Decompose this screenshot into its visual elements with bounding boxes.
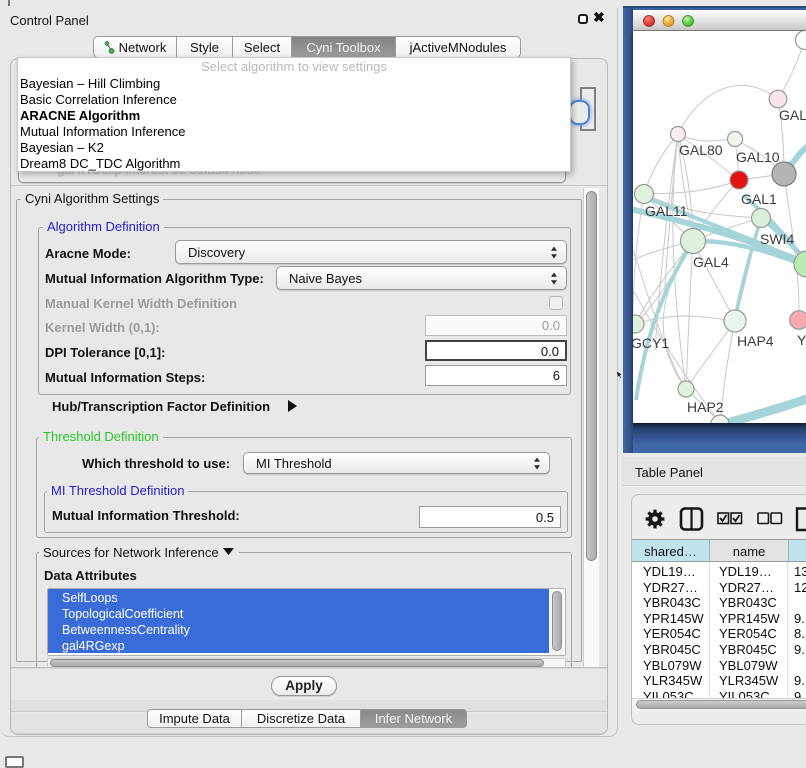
svg-text:HAP2: HAP2 [687,399,724,415]
svg-text:GAL80: GAL80 [679,142,723,158]
svg-text:HAP4: HAP4 [737,333,774,349]
svg-text:GAL4: GAL4 [693,254,729,270]
svg-text:GAL1: GAL1 [741,191,777,207]
svg-text:GAL11: GAL11 [645,203,688,219]
svg-text:SWI4: SWI4 [760,231,794,247]
svg-text:GCY1: GCY1 [633,335,669,351]
svg-text:GAL10: GAL10 [736,149,780,165]
svg-text:YL: YL [797,332,806,348]
svg-text:GAL7: GAL7 [779,107,806,123]
